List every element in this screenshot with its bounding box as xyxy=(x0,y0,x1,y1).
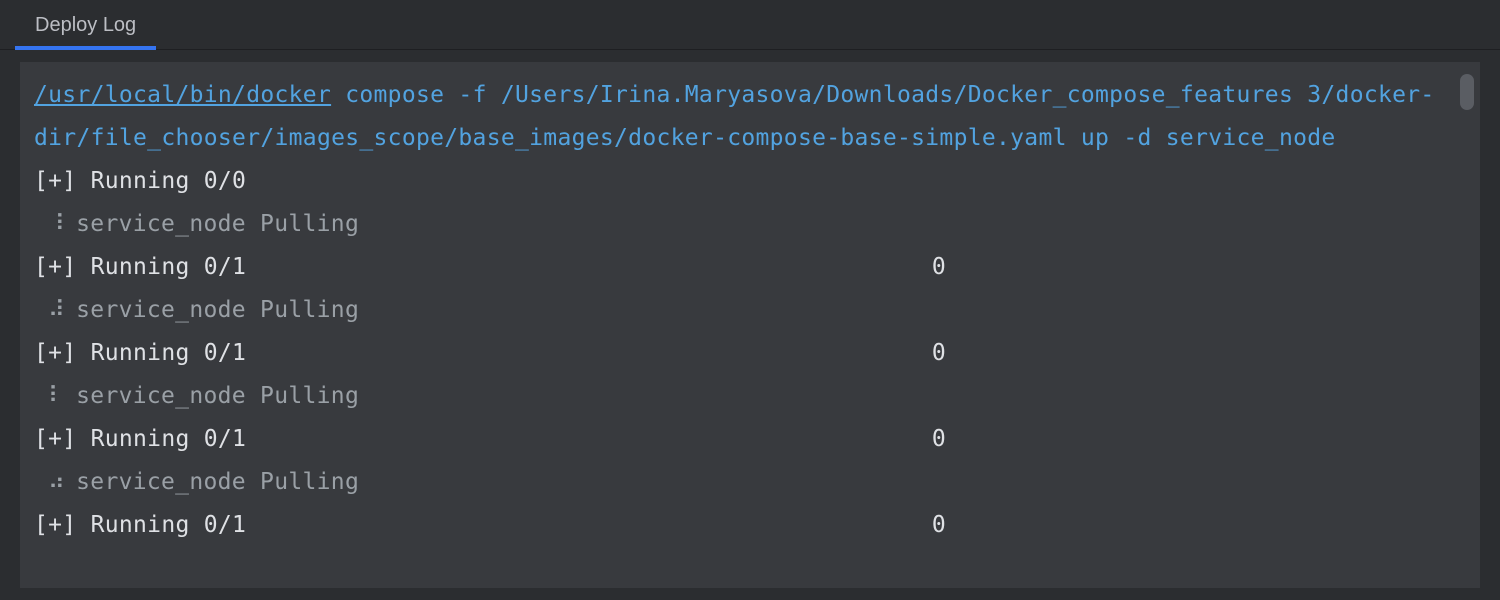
log-container: /usr/local/bin/docker compose -f /Users/… xyxy=(0,50,1500,600)
running-count: 0 xyxy=(932,332,1466,375)
scrollbar-thumb[interactable] xyxy=(1460,74,1474,110)
pulling-text: service_node Pulling xyxy=(62,211,359,237)
spinner-icon: ⠇ xyxy=(48,375,62,418)
spinner-icon: ⠼ xyxy=(48,289,62,332)
log-content[interactable]: /usr/local/bin/docker compose -f /Users/… xyxy=(20,74,1480,547)
command-line: /usr/local/bin/docker compose -f /Users/… xyxy=(34,74,1466,160)
pulling-text: service_node Pulling xyxy=(62,297,359,323)
running-status: [+] Running 0/1 xyxy=(34,332,246,375)
running-status: [+] Running 0/1 xyxy=(34,418,246,461)
pulling-text: service_node Pulling xyxy=(62,383,359,409)
running-count: 0 xyxy=(932,504,1466,547)
running-line: [+] Running 0/1 0 xyxy=(34,332,1466,375)
running-line: [+] Running 0/1 0 xyxy=(34,246,1466,289)
running-count: 0 xyxy=(932,418,1466,461)
tab-bar: Deploy Log xyxy=(0,0,1500,50)
running-line: [+] Running 0/0 xyxy=(34,160,1466,203)
pulling-line: ⠼ service_node Pulling xyxy=(34,289,1466,332)
pulling-line: ⠴ service_node Pulling xyxy=(34,461,1466,504)
running-count: 0 xyxy=(932,246,1466,289)
tab-deploy-log[interactable]: Deploy Log xyxy=(15,0,156,49)
command-path: /usr/local/bin/docker xyxy=(34,82,331,108)
pulling-line: ⠇ service_node Pulling xyxy=(34,375,1466,418)
running-status: [+] Running 0/1 xyxy=(34,504,246,547)
running-status: [+] Running 0/1 xyxy=(34,246,246,289)
pulling-line: ⠸ service_node Pulling xyxy=(34,203,1466,246)
running-status: [+] Running 0/0 xyxy=(34,160,246,203)
log-panel: /usr/local/bin/docker compose -f /Users/… xyxy=(20,62,1480,588)
spinner-icon: ⠸ xyxy=(48,203,62,246)
pulling-text: service_node Pulling xyxy=(62,469,359,495)
running-line: [+] Running 0/1 0 xyxy=(34,418,1466,461)
running-line: [+] Running 0/1 0 xyxy=(34,504,1466,547)
spinner-icon: ⠴ xyxy=(48,461,62,504)
